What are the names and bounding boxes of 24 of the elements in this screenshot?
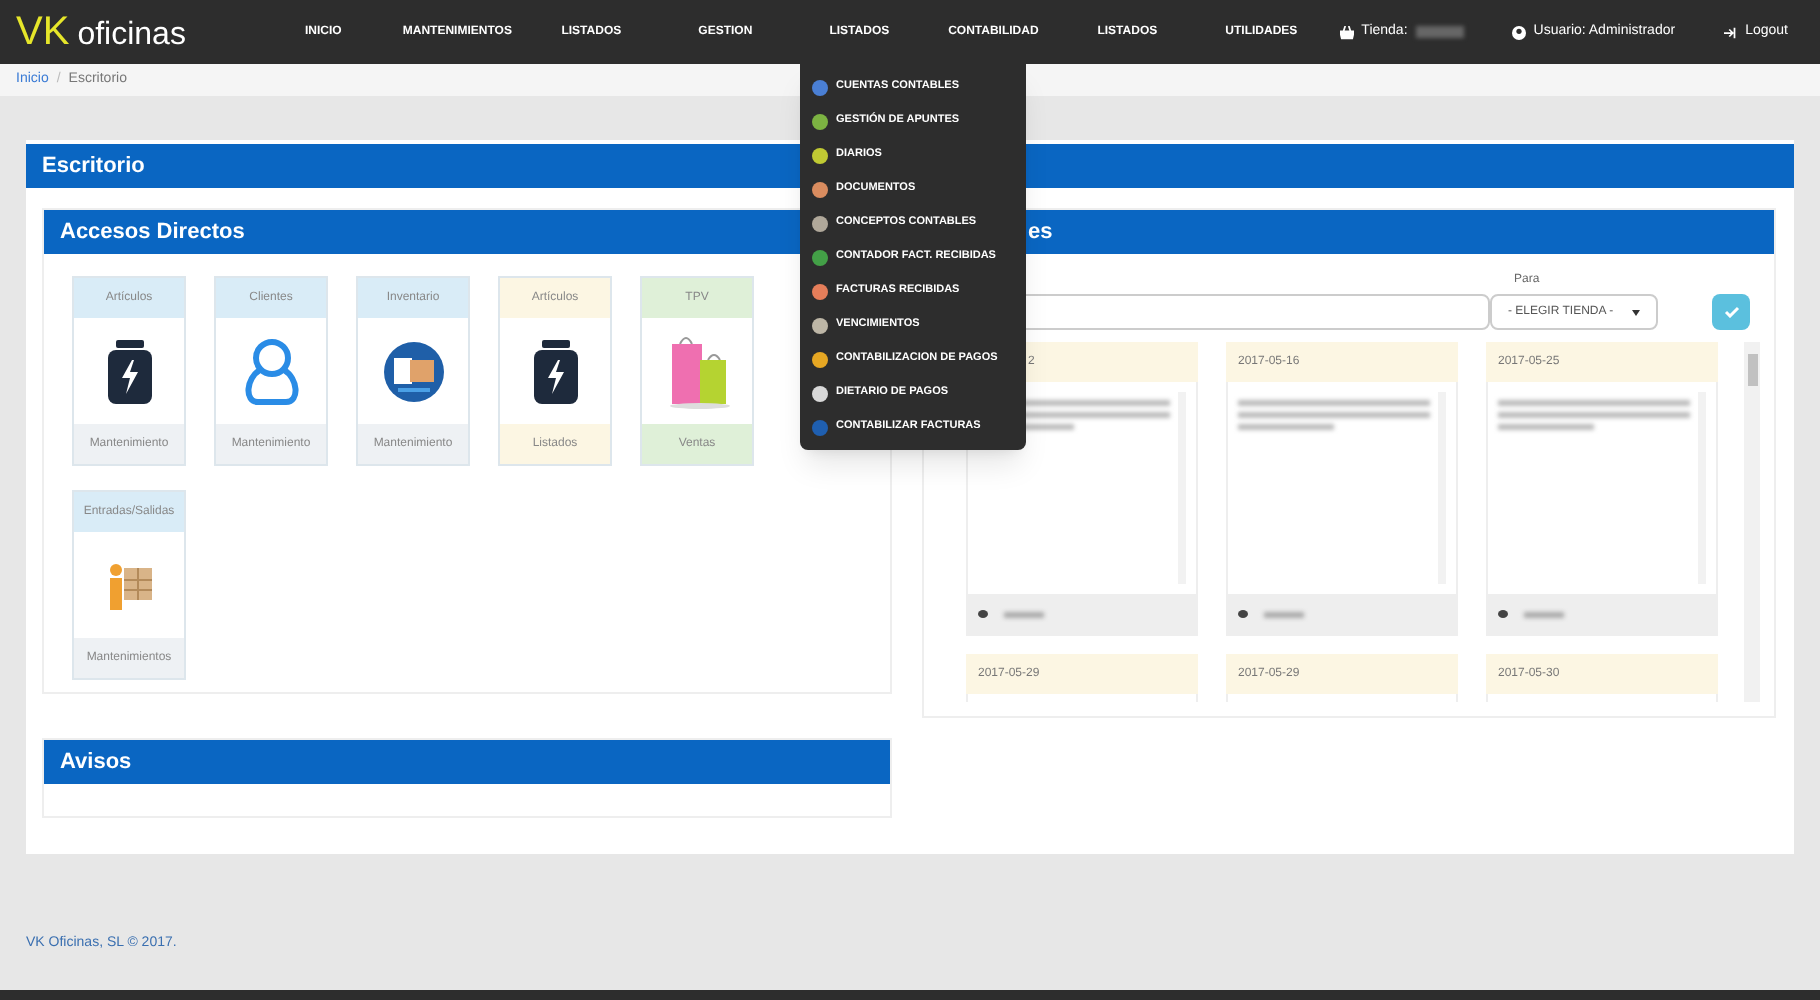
redacted-text	[1524, 611, 1564, 617]
eye-icon	[978, 610, 988, 618]
eye-icon	[1238, 610, 1248, 618]
user-icon	[1511, 25, 1526, 39]
eye-icon	[1498, 610, 1508, 618]
caret-icon	[1632, 309, 1640, 315]
jar-icon	[105, 339, 153, 403]
redacted-text	[1004, 611, 1044, 617]
shopping-basket-icon	[1339, 25, 1354, 39]
redacted-store-name	[1415, 26, 1464, 38]
scrollbar-thumb[interactable]	[1747, 354, 1757, 386]
redacted-text	[1238, 424, 1334, 430]
inventory-icon	[381, 339, 445, 403]
person-icon	[241, 337, 301, 405]
brand-logo-mark: VK	[16, 12, 70, 52]
brand-logo-name: oficinas	[77, 20, 186, 52]
confirm-button[interactable]	[1712, 294, 1750, 330]
check-icon	[1723, 306, 1739, 318]
redacted-text	[1264, 611, 1304, 617]
scrollbar[interactable]	[1744, 342, 1760, 702]
panel-title: Avisos	[44, 740, 890, 784]
redacted-text	[1498, 424, 1594, 430]
jar-icon	[531, 339, 579, 403]
logout-icon	[1723, 25, 1738, 39]
